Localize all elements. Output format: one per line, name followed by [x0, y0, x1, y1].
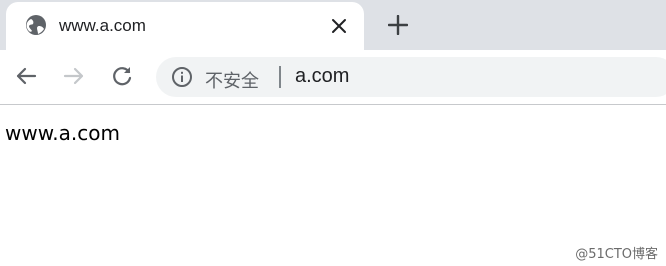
address-bar[interactable]: 不安全 a.com: [156, 57, 666, 97]
separator: [279, 66, 281, 88]
page-body-text: www.a.com: [5, 120, 120, 146]
toolbar-divider: [0, 104, 666, 105]
globe-icon: [25, 14, 47, 36]
plus-icon[interactable]: [385, 12, 411, 38]
arrow-right-icon[interactable]: [61, 63, 87, 89]
watermark: @51CTO博客: [575, 247, 658, 262]
reload-icon[interactable]: [109, 63, 135, 89]
url-text[interactable]: a.com: [295, 65, 349, 88]
info-icon[interactable]: [171, 66, 193, 88]
close-icon[interactable]: [328, 15, 350, 37]
browser-toolbar: 不安全 a.com: [0, 50, 666, 104]
page-text: www.a.com: [5, 121, 120, 145]
security-label[interactable]: 不安全: [205, 67, 259, 93]
arrow-left-icon[interactable]: [13, 63, 39, 89]
tab-strip: www.a.com: [0, 0, 666, 50]
browser-tab[interactable]: www.a.com: [6, 2, 364, 50]
tab-title: www.a.com: [59, 16, 146, 35]
